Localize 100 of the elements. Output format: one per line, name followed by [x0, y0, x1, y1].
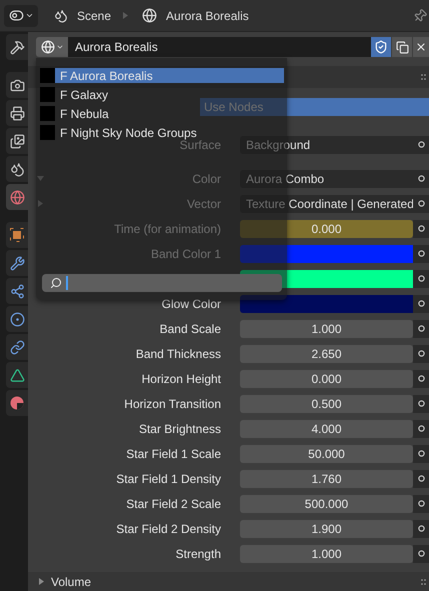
input-label: Star Field 2 Scale [126, 496, 221, 510]
world-menu-item[interactable]: F Aurora Borealis [40, 68, 284, 83]
properties-tab[interactable] [6, 306, 28, 332]
socket-icon[interactable] [418, 300, 424, 307]
properties-tab[interactable] [6, 128, 28, 154]
properties-tab[interactable] [6, 250, 28, 276]
droplets-icon [10, 162, 24, 176]
images-icon [10, 134, 24, 148]
input-label: Horizon Height [142, 372, 221, 386]
number-field[interactable]: 2.650 [240, 344, 413, 362]
input-label: Star Brightness [138, 422, 221, 436]
socket-icon[interactable] [418, 425, 424, 432]
breadcrumb-world[interactable]: Aurora Borealis [166, 6, 249, 24]
printer-icon [10, 106, 24, 120]
panel-title: Volume [51, 574, 92, 590]
socket-icon[interactable] [418, 141, 424, 148]
world-menu-item[interactable]: F Galaxy [40, 87, 110, 102]
properties-tab[interactable] [6, 72, 28, 98]
properties-tab[interactable] [6, 278, 28, 304]
input-label: Band Thickness [136, 346, 221, 360]
breadcrumb-separator-icon [123, 12, 128, 19]
sphere-icon [10, 396, 24, 410]
input-label: Band Scale [160, 322, 221, 336]
properties-tab[interactable] [6, 390, 28, 416]
search-icon [50, 277, 62, 289]
socket-icon[interactable] [418, 525, 424, 532]
link-field[interactable]: Texture Coordinate | Generated [240, 194, 413, 212]
number-field[interactable]: 4.000 [240, 420, 413, 438]
link-field[interactable]: Aurora Combo [240, 170, 413, 188]
input-label: Time (for animation) [114, 222, 221, 236]
shield-icon [374, 40, 388, 54]
socket-icon[interactable] [418, 250, 424, 257]
grip-icon[interactable] [421, 74, 426, 80]
number-field[interactable]: 1.760 [240, 470, 413, 488]
input-label: Band Color 1 [150, 246, 221, 260]
globe-icon [40, 40, 54, 54]
properties-tab[interactable] [6, 34, 28, 60]
input-label: Star Field 1 Scale [126, 446, 221, 460]
grip-icon[interactable] [421, 578, 426, 584]
input-label: Star Field 1 Density [116, 472, 221, 486]
socket-icon[interactable] [418, 500, 424, 507]
number-field[interactable]: 1.000 [240, 544, 413, 562]
properties-tab[interactable] [6, 156, 28, 182]
world-menu-item[interactable]: F Night Sky Node Groups [40, 125, 199, 140]
preview-thumbnail [40, 68, 55, 83]
square-icon [10, 228, 24, 242]
properties-tab[interactable] [6, 222, 28, 248]
orbit-icon [10, 312, 24, 326]
input-label: Star Field 2 Density [116, 522, 221, 536]
fake-user-button[interactable] [371, 37, 391, 57]
number-field[interactable]: 0.000 [240, 370, 413, 388]
world-browse-button[interactable] [36, 37, 68, 57]
number-field[interactable]: 1.000 [240, 320, 413, 338]
volume-panel-header[interactable]: Volume [28, 572, 429, 591]
preview-thumbnail [40, 87, 55, 102]
camera-icon [10, 78, 24, 92]
unlink-button[interactable] [413, 37, 429, 57]
number-field[interactable]: 0.500 [240, 394, 413, 412]
properties-tab[interactable] [6, 362, 28, 388]
socket-icon[interactable] [418, 450, 424, 457]
socket-icon[interactable] [418, 200, 424, 207]
socket-icon[interactable] [418, 400, 424, 407]
socket-icon[interactable] [418, 225, 424, 232]
color-swatch[interactable] [240, 294, 413, 312]
globe-icon [10, 190, 24, 204]
world-name-field[interactable]: Aurora Borealis [68, 37, 371, 57]
input-label: Color [192, 172, 221, 186]
socket-icon[interactable] [418, 550, 424, 557]
number-field[interactable]: 0.000 [240, 220, 413, 238]
color-swatch[interactable] [240, 244, 413, 262]
hammer-icon [10, 40, 24, 54]
copy-icon [396, 40, 408, 54]
properties-tab[interactable] [6, 334, 28, 360]
close-icon [415, 41, 427, 53]
socket-icon[interactable] [418, 350, 424, 357]
chevron-icon [56, 43, 64, 51]
expand-triangle-icon[interactable] [38, 578, 45, 585]
socket-icon[interactable] [418, 475, 424, 482]
socket-icon[interactable] [418, 325, 424, 332]
editor-type-button[interactable] [4, 4, 38, 26]
wrench-icon [10, 256, 24, 270]
link-icon [10, 340, 24, 354]
nodes-icon [10, 284, 24, 298]
properties-tab[interactable] [6, 100, 28, 126]
duplicate-button[interactable] [392, 37, 412, 57]
world-menu-item[interactable]: F Nebula [40, 106, 111, 121]
chevron-icon [24, 11, 34, 20]
search-field[interactable] [42, 274, 282, 292]
number-field[interactable]: 1.900 [240, 520, 413, 538]
socket-icon[interactable] [418, 275, 424, 282]
socket-icon[interactable] [418, 175, 424, 182]
socket-icon[interactable] [418, 375, 424, 382]
number-field[interactable]: 50.000 [240, 444, 413, 462]
droplets-icon [54, 8, 68, 22]
input-label: Surface [180, 138, 221, 152]
breadcrumb-scene[interactable]: Scene [77, 6, 112, 24]
number-field[interactable]: 500.000 [240, 494, 413, 512]
preview-thumbnail [40, 125, 55, 140]
triangle-icon [10, 368, 24, 382]
toggle-icon [8, 8, 24, 23]
